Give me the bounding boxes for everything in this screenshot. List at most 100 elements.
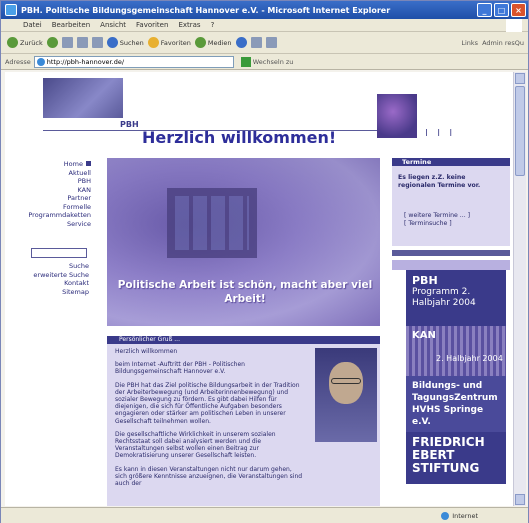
toolbar: Zurück Suchen Favoriten Medien Links Adm… <box>1 32 528 54</box>
media-button[interactable]: Medien <box>194 37 232 48</box>
nav-pbh[interactable]: PBH <box>11 177 91 186</box>
secondary-nav: Suche erweiterte Suche Kontakt Sitemap <box>11 262 89 296</box>
greeting-paragraph: Die PBH hat das Ziel politische Bildungs… <box>115 381 300 425</box>
nav-erweiterte-suche[interactable]: erweiterte Suche <box>11 271 89 280</box>
search-icon <box>106 37 118 48</box>
menu-help[interactable]: ? <box>211 21 215 29</box>
address-input[interactable]: http://pbh-hannover.de/ <box>33 55 234 68</box>
forward-arrow-icon <box>46 37 58 48</box>
greeting-paragraph: beim Internet -Auftritt der PBH - Politi… <box>115 361 245 376</box>
go-arrow-icon <box>240 56 251 67</box>
history-button[interactable] <box>235 37 247 48</box>
media-icon <box>194 37 206 48</box>
promo-kan[interactable]: KAN 2. Halbjahr 2004 <box>406 326 506 376</box>
window-title: PBH. Politische Bildungsgemeinschaft Han… <box>21 5 391 15</box>
home-button[interactable] <box>91 37 103 48</box>
hero-caption: Politische Arbeit ist schön, macht aber … <box>117 279 373 305</box>
hero-window-graphic <box>167 188 257 258</box>
windows-logo-icon <box>506 19 522 32</box>
greeting-header: Persönlicher Gruß ... <box>107 336 380 344</box>
mail-button[interactable] <box>250 37 262 48</box>
scroll-thumb[interactable] <box>515 86 525 176</box>
forward-button[interactable] <box>46 37 58 48</box>
nav-partner[interactable]: Partner <box>11 194 91 203</box>
nav-formelle[interactable]: Formelle <box>11 203 91 212</box>
termine-header: Termine <box>392 158 510 166</box>
globe-icon <box>441 511 450 520</box>
stop-button[interactable] <box>61 37 73 48</box>
page-title: Herzlich willkommen! <box>142 128 337 147</box>
refresh-button[interactable] <box>76 37 88 48</box>
more-events-link[interactable]: [ weitere Termine ... ] <box>404 212 504 220</box>
nav-aktuell[interactable]: Aktuell <box>11 169 92 178</box>
nav-sitemap[interactable]: Sitemap <box>11 288 89 297</box>
nav-suche[interactable]: Suche <box>11 262 89 271</box>
termine-links: [ weitere Termine ... ] [ Terminsuche ] <box>398 212 504 228</box>
nav-kontakt[interactable]: Kontakt <box>11 279 89 288</box>
scroll-down-button[interactable] <box>515 494 525 505</box>
address-bar: Adresse http://pbh-hannover.de/ Wechseln… <box>1 54 528 70</box>
promo-hvhs[interactable]: Bildungs- und TagungsZentrum HVHS Spring… <box>406 376 506 432</box>
header-photo <box>43 78 123 118</box>
main-nav: Home Aktuell PBH KAN Partner Formelle Pr… <box>11 160 91 228</box>
menu-ansicht[interactable]: Ansicht <box>100 21 126 29</box>
search-button[interactable]: Suchen <box>106 37 144 48</box>
favorites-button[interactable]: Favoriten <box>147 37 191 48</box>
greeting-paragraph: Herzlich willkommen <box>115 348 178 355</box>
nav-programm[interactable]: Programmdaketten <box>11 211 91 220</box>
greeting-text: Herzlich willkommen beim Internet -Auftr… <box>115 348 305 493</box>
right-sidebar: Termine Es liegen z.Z. keine regionalen … <box>392 158 510 484</box>
mail-icon <box>250 37 262 48</box>
nav-home[interactable]: Home <box>11 160 91 169</box>
page-viewport: PBH Herzlich willkommen! I I I Home Aktu… <box>5 72 513 506</box>
header-flower-image <box>377 94 417 138</box>
portrait-photo <box>315 348 377 442</box>
sidebar-divider <box>392 260 510 270</box>
title-bar: PBH. Politische Bildungsgemeinschaft Han… <box>1 1 528 19</box>
links-area: Links Admin resQu <box>461 39 528 47</box>
search-input[interactable] <box>31 248 87 258</box>
promo-fes[interactable]: FRIEDRICH EBERT STIFTUNG <box>406 432 506 484</box>
status-bar: Internet <box>1 507 528 523</box>
back-button[interactable]: Zurück <box>7 37 43 48</box>
greeting-paragraph: Es kann in diesen Veranstaltungen nicht … <box>115 465 303 488</box>
hero-image: Politische Arbeit ist schön, macht aber … <box>107 158 380 326</box>
greeting-box: Herzlich willkommen beim Internet -Auftr… <box>107 344 380 506</box>
sidebar-divider <box>392 250 510 256</box>
maximize-button[interactable]: □ <box>494 3 509 17</box>
termine-message: Es liegen z.Z. keine regionalen Termine … <box>398 174 481 189</box>
event-search-link[interactable]: [ Terminsuche ] <box>404 220 504 228</box>
history-icon <box>235 37 247 48</box>
home-icon <box>91 37 103 48</box>
termine-box: Es liegen z.Z. keine regionalen Termine … <box>392 166 510 246</box>
security-zone: Internet <box>441 511 478 520</box>
menu-datei[interactable]: Datei <box>23 21 42 29</box>
nav-service[interactable]: Service <box>11 220 91 229</box>
menu-bar: Datei Bearbeiten Ansicht Favoriten Extra… <box>1 19 528 32</box>
decorative-ticks: I I I <box>425 128 456 139</box>
ie-icon <box>5 4 17 16</box>
menu-extras[interactable]: Extras <box>178 21 200 29</box>
promo-pbh-program[interactable]: PBH Programm 2. Halbjahr 2004 <box>406 270 506 326</box>
refresh-icon <box>76 37 88 48</box>
vertical-scrollbar[interactable] <box>513 72 526 506</box>
print-button[interactable] <box>265 37 277 48</box>
portrait-glasses <box>331 378 361 384</box>
menu-favoriten[interactable]: Favoriten <box>136 21 168 29</box>
close-button[interactable]: × <box>511 3 526 17</box>
greeting-paragraph: Die gesellschaftliche Wirklichkeit in un… <box>115 430 276 460</box>
links-label: Links <box>461 38 479 47</box>
menu-bearbeiten[interactable]: Bearbeiten <box>52 21 90 29</box>
scroll-up-button[interactable] <box>515 73 525 84</box>
star-icon <box>147 37 159 48</box>
pbh-label: PBH <box>120 120 139 129</box>
page-icon <box>36 57 45 66</box>
address-url: http://pbh-hannover.de/ <box>46 57 125 66</box>
browser-window: PBH. Politische Bildungsgemeinschaft Han… <box>0 0 529 523</box>
minimize-button[interactable]: _ <box>477 3 492 17</box>
nav-kan[interactable]: KAN <box>11 186 91 195</box>
back-arrow-icon <box>7 37 18 48</box>
go-button[interactable]: Wechseln zu <box>240 56 293 67</box>
admin-link[interactable]: Admin resQu <box>482 39 524 47</box>
print-icon <box>265 37 277 48</box>
